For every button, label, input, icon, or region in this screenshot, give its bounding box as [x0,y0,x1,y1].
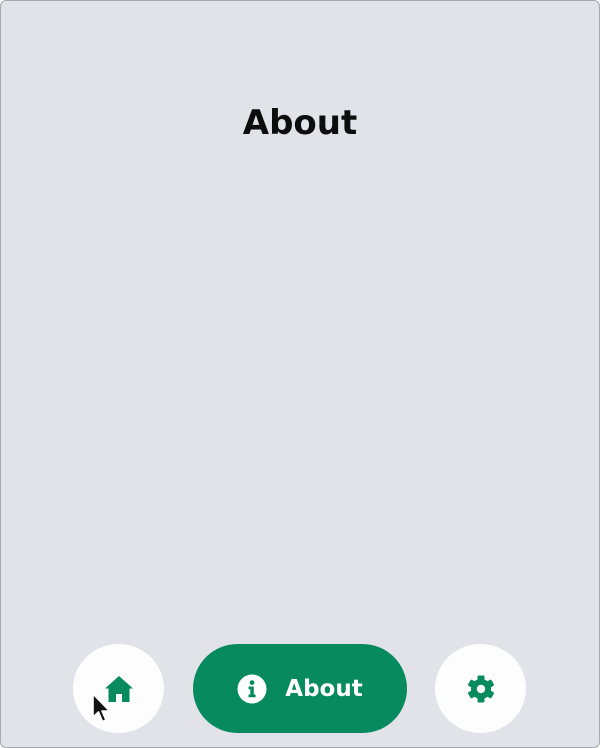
app-screen: About About [0,0,600,748]
home-icon [104,675,134,703]
info-icon [237,674,267,704]
nav-about-button[interactable]: About [193,644,407,733]
nav-about-label: About [285,675,363,702]
page-title: About [242,103,358,143]
nav-settings-button[interactable] [435,644,526,733]
gear-icon [466,674,496,704]
nav-home-button[interactable] [73,644,164,733]
